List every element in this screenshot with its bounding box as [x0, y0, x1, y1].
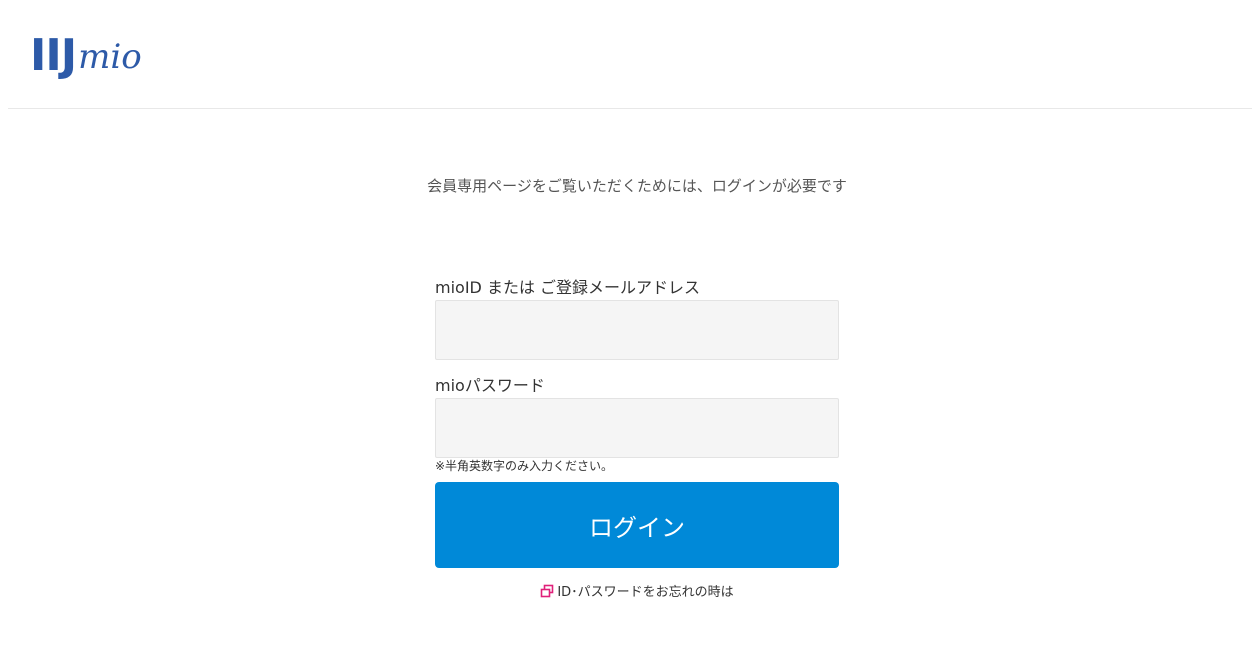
external-window-icon — [540, 584, 554, 598]
logo-ij-text: IIJ — [30, 30, 77, 81]
password-input[interactable] — [435, 398, 839, 458]
header-divider — [8, 108, 1252, 109]
mioid-email-input[interactable] — [435, 300, 839, 360]
site-header: IIJ mio — [0, 0, 1258, 109]
iijmio-logo[interactable]: IIJ mio — [30, 28, 142, 78]
login-required-message: 会員専用ページをご覧いただくためには、ログインが必要です — [427, 177, 847, 195]
login-button[interactable]: ログイン — [435, 482, 839, 568]
password-hint: ※半角英数字のみ入力ください。 — [435, 459, 614, 473]
email-label: mioID または ご登録メールアドレス — [435, 278, 701, 297]
forgot-id-password-link[interactable]: ID･パスワードをお忘れの時は — [435, 581, 839, 600]
logo-mio-text: mio — [78, 37, 142, 77]
forgot-link-label: ID･パスワードをお忘れの時は — [557, 585, 734, 600]
login-form: mioID または ご登録メールアドレス mioパスワード ※半角英数字のみ入力… — [435, 276, 839, 600]
password-label: mioパスワード — [435, 376, 545, 395]
